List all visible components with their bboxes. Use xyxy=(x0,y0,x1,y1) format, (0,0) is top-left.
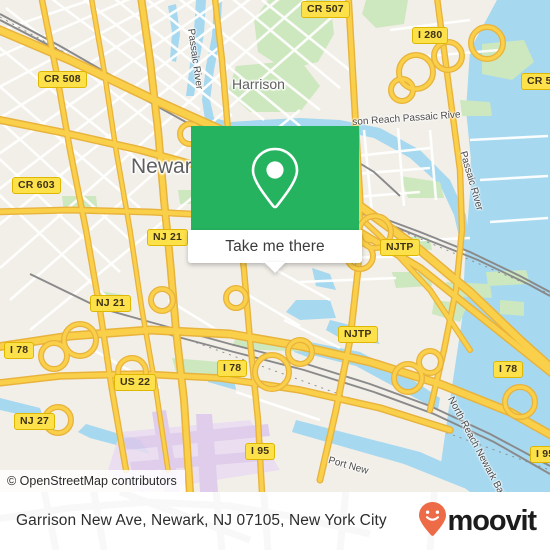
map-label-harrison: Harrison xyxy=(232,76,285,92)
road-shield-cr-603[interactable]: CR 603 xyxy=(12,177,61,194)
popup-label: Take me there xyxy=(225,237,325,255)
road-shield-i-95-east[interactable]: I 95 xyxy=(530,446,550,463)
road-shield-i-280[interactable]: I 280 xyxy=(412,27,449,44)
road-shield-i-78-mid[interactable]: I 78 xyxy=(217,360,248,377)
road-shield-cr-507[interactable]: CR 507 xyxy=(301,1,350,18)
road-shield-cr-50-edge[interactable]: CR 50 xyxy=(521,73,550,90)
road-shield-njtp-south[interactable]: NJTP xyxy=(338,326,378,343)
road-shield-i-95[interactable]: I 95 xyxy=(245,443,276,460)
take-me-there-popup[interactable]: Take me there xyxy=(188,126,362,273)
map-screenshot: Newark Harrison Passaic River Passaic Ri… xyxy=(0,0,550,550)
road-shield-i-78-west[interactable]: I 78 xyxy=(4,342,35,359)
road-shield-nj-21-north[interactable]: NJ 21 xyxy=(147,229,189,246)
road-shield-i-78-east[interactable]: I 78 xyxy=(493,361,524,378)
moovit-wordmark: moovit xyxy=(447,504,538,537)
moovit-pin-smiley-icon xyxy=(418,501,447,542)
road-shield-nj-27[interactable]: NJ 27 xyxy=(14,413,56,430)
footer-content: Garrison New Ave, Newark, NJ 07105, New … xyxy=(0,501,550,542)
road-shield-nj-21-south[interactable]: NJ 21 xyxy=(90,295,132,312)
road-shield-njtp-north[interactable]: NJTP xyxy=(380,239,420,256)
road-shield-us-22[interactable]: US 22 xyxy=(114,374,157,391)
address-text: Garrison New Ave, Newark, NJ 07105, New … xyxy=(16,512,387,529)
popup-tail-pointer xyxy=(264,262,286,273)
popup-header xyxy=(191,126,359,230)
road-shield-cr-508[interactable]: CR 508 xyxy=(38,71,87,88)
popup-footer[interactable]: Take me there xyxy=(188,230,362,273)
moovit-logo[interactable]: moovit xyxy=(418,501,538,542)
map-canvas[interactable]: Newark Harrison Passaic River Passaic Ri… xyxy=(0,0,550,492)
footer-bar: Garrison New Ave, Newark, NJ 07105, New … xyxy=(0,492,550,550)
osm-attribution[interactable]: © OpenStreetMap contributors xyxy=(0,470,185,492)
map-pin-icon xyxy=(249,146,301,210)
